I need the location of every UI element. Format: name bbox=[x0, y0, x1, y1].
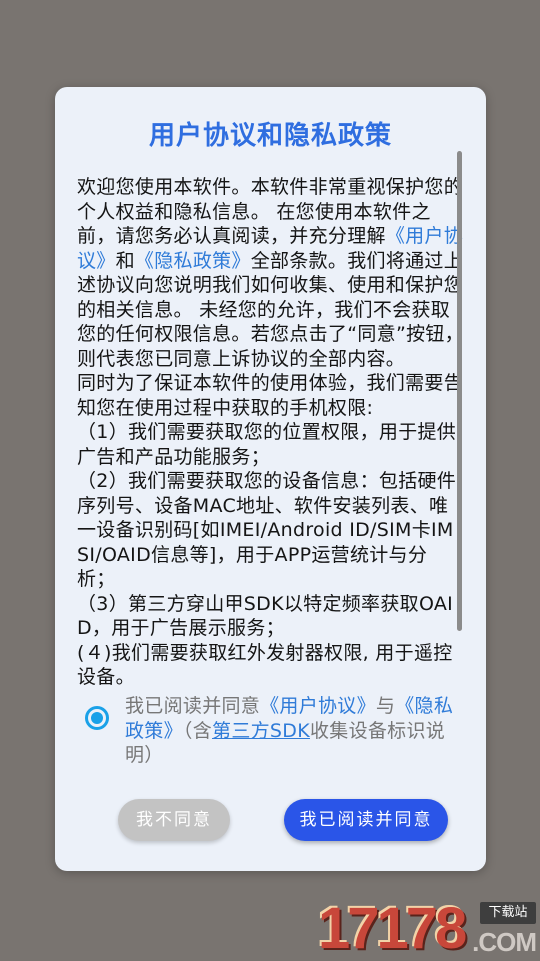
consent-text-3: （含 bbox=[182, 719, 213, 742]
and-text: 和 bbox=[115, 249, 135, 272]
privacy-dialog: 用户协议和隐私政策 欢迎您使用本软件。本软件非常重视保护您的个人权益和隐私信息。… bbox=[55, 87, 486, 871]
privacy-policy-link[interactable]: 《隐私政策》 bbox=[135, 250, 251, 272]
consent-text: 我已阅读并同意《用户协议》与《隐私政策》（含第三方SDK收集设备标识说明） bbox=[125, 694, 465, 768]
permission-item-oaid: （3）第三方穿山甲SDK以特定频率获取OAID，用于广告展示服务； bbox=[77, 592, 454, 640]
third-party-sdk-link[interactable]: 第三方SDK bbox=[212, 720, 310, 742]
permission-item-device-info: （2）我们需要获取您的设备信息：包括硬件序列号、设备MAC地址、软件安装列表、唯… bbox=[77, 470, 457, 590]
content-scrollbar[interactable] bbox=[457, 151, 462, 631]
agree-button[interactable]: 我已阅读并同意 bbox=[284, 799, 448, 841]
dialog-title: 用户协议和隐私政策 bbox=[148, 121, 392, 151]
watermark-number: 17178 bbox=[318, 896, 467, 961]
consent-user-agreement-link[interactable]: 《用户协议》 bbox=[260, 695, 376, 717]
disagree-button[interactable]: 我不同意 bbox=[118, 799, 230, 841]
watermark-domain: .COM bbox=[472, 927, 537, 957]
agreement-paragraph-permissions: 同时为了保证本软件的使用体验，我们需要告知您在使用过程中获取的手机权限: bbox=[77, 372, 464, 419]
permission-item-infrared: (４)我们需要获取红外发射器权限, 用于遥控设备。 bbox=[77, 641, 453, 689]
agreement-scroll-content[interactable]: 欢迎您使用本软件。本软件非常重视保护您的个人权益和隐私信息。 在您使用本软件之前… bbox=[77, 175, 465, 775]
consent-text-1: 我已阅读并同意 bbox=[125, 695, 261, 717]
agreement-paragraph-intro: 欢迎您使用本软件。本软件非常重视保护您的个人权益和隐私信息。 在您使用本软件之前… bbox=[77, 175, 465, 371]
site-watermark: 17178 下载站 .COM bbox=[318, 900, 540, 960]
consent-text-2: 与 bbox=[375, 695, 396, 717]
permission-item-location: （1）我们需要获取您的位置权限，用于提供广告和产品功能服务； bbox=[77, 421, 457, 468]
watermark-badge: 下载站 bbox=[480, 902, 536, 924]
consent-radio-checked[interactable] bbox=[85, 706, 109, 730]
